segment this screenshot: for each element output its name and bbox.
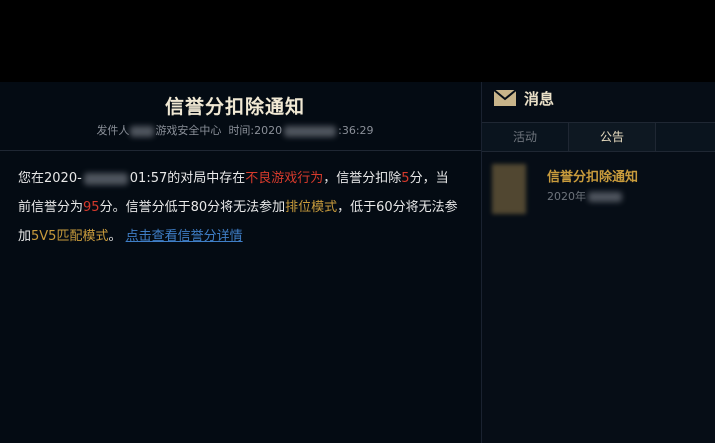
item-thumbnail	[492, 164, 526, 214]
body-text: 01:57的对局中存在	[129, 171, 246, 186]
mail-icon	[494, 90, 516, 106]
redacted-item-date	[588, 192, 622, 202]
message-body: 您在2020- 01:57的对局中存在不良游戏行为，信誉分扣除5分，当前信誉分为9…	[18, 164, 458, 251]
sender-label: 发件人	[96, 124, 130, 137]
credit-details-link[interactable]: 点击查看信誉分详情	[126, 229, 243, 244]
sender-name: 游戏安全中心	[155, 124, 222, 137]
message-header: 信誉分扣除通知 发件人 游戏安全中心 时间:2020 :36:29	[0, 82, 481, 151]
sidebar-tabs: 活动 公告	[482, 122, 715, 152]
message-window: 信誉分扣除通知 发件人 游戏安全中心 时间:2020 :36:29 您在2020- 0…	[0, 82, 715, 443]
redacted-time	[284, 125, 337, 137]
sidebar-header: 消息	[482, 82, 715, 120]
sidebar-title: 消息	[524, 90, 555, 108]
message-title: 信誉分扣除通知	[164, 96, 305, 118]
time-value: :36:29	[338, 124, 374, 137]
redacted-sender	[130, 125, 155, 137]
mode-5v5-highlight: 5V5匹配模式	[31, 229, 109, 244]
ranked-mode-highlight: 排位模式	[285, 200, 338, 215]
body-text: ，信誉分扣除	[323, 171, 402, 186]
tab-announcement[interactable]: 公告	[568, 123, 656, 151]
body-text: 分。信誉分低于80分将无法参加	[99, 200, 286, 215]
top-blank-area	[0, 0, 715, 82]
deducted-points: 5	[401, 171, 410, 186]
item-date: 2020年	[547, 188, 622, 204]
current-score: 95	[83, 200, 100, 215]
bad-behavior-highlight: 不良游戏行为	[245, 171, 324, 186]
list-item[interactable]: 信誉分扣除通知 2020年	[482, 158, 715, 218]
redacted-date	[83, 172, 128, 185]
message-sidebar: 消息 活动 公告 信誉分扣除通知 2020年	[482, 82, 715, 443]
body-text: 。	[108, 229, 122, 244]
time-label: 时间:2020	[228, 124, 283, 137]
tab-activity[interactable]: 活动	[482, 123, 568, 151]
message-meta: 发件人 游戏安全中心 时间:2020 :36:29	[0, 122, 470, 138]
body-text: 您在2020-	[18, 171, 82, 186]
message-detail-panel: 信誉分扣除通知 发件人 游戏安全中心 时间:2020 :36:29 您在2020- 0…	[0, 82, 482, 443]
item-title: 信誉分扣除通知	[547, 170, 639, 185]
item-date-text: 2020年	[547, 190, 586, 203]
